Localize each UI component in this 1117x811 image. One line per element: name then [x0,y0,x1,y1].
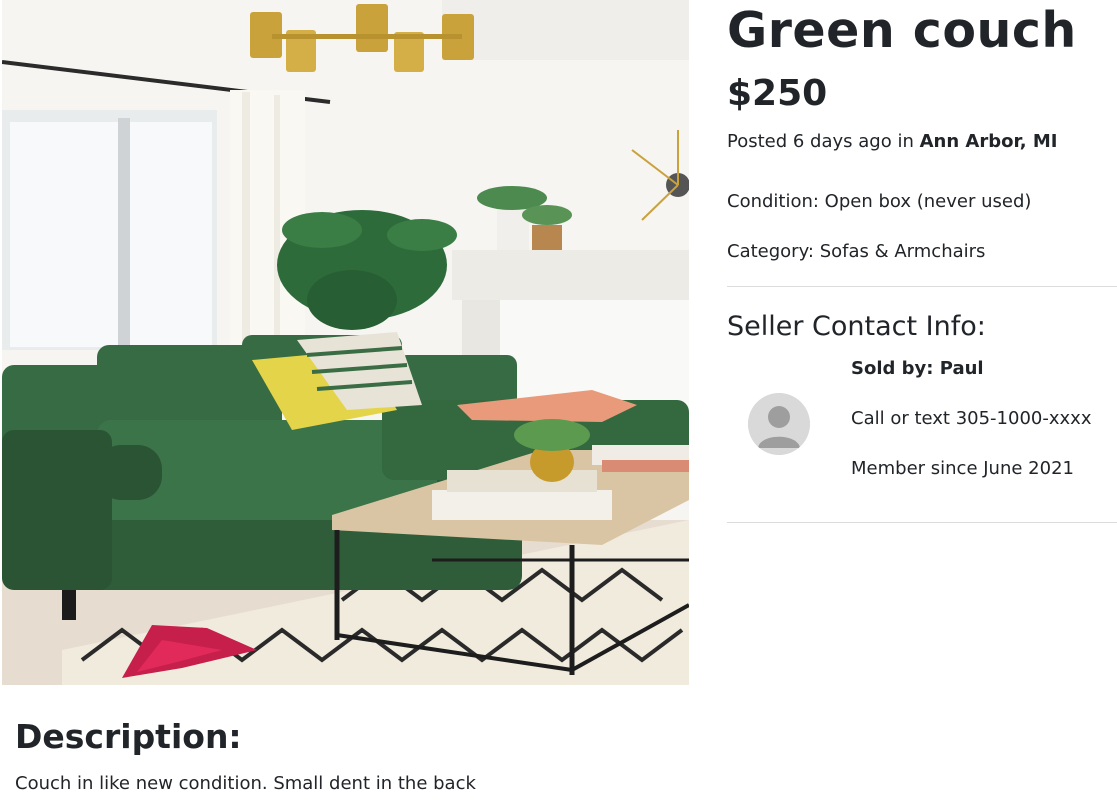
default-user-avatar-icon [748,393,810,455]
living-room-photo-icon [2,0,689,685]
listing-category: Category: Sofas & Armchairs [727,241,986,262]
posted-prefix: Posted 6 days ago in [727,131,920,152]
product-photo[interactable] [2,0,689,685]
listing-location: Ann Arbor, MI [919,131,1058,152]
divider [727,522,1117,523]
listing-condition: Condition: Open box (never used) [727,191,1032,212]
seller-name: Sold by: Paul [851,358,984,379]
posted-info: Posted 6 days ago in Ann Arbor, MI [727,130,1057,154]
listing-price: $250 [727,73,828,114]
listing-title: Green couch [727,2,1077,59]
description-text: Couch in like new condition. Small dent … [15,773,476,794]
seller-phone: Call or text 305-1000-xxxx [851,408,1092,429]
description-heading: Description: [15,717,242,756]
seller-member-since: Member since June 2021 [851,458,1074,479]
divider [727,286,1117,287]
avatar [748,393,810,455]
seller-heading: Seller Contact Info: [727,311,986,342]
listing-page: Green couch $250 Posted 6 days ago in An… [0,0,1117,811]
